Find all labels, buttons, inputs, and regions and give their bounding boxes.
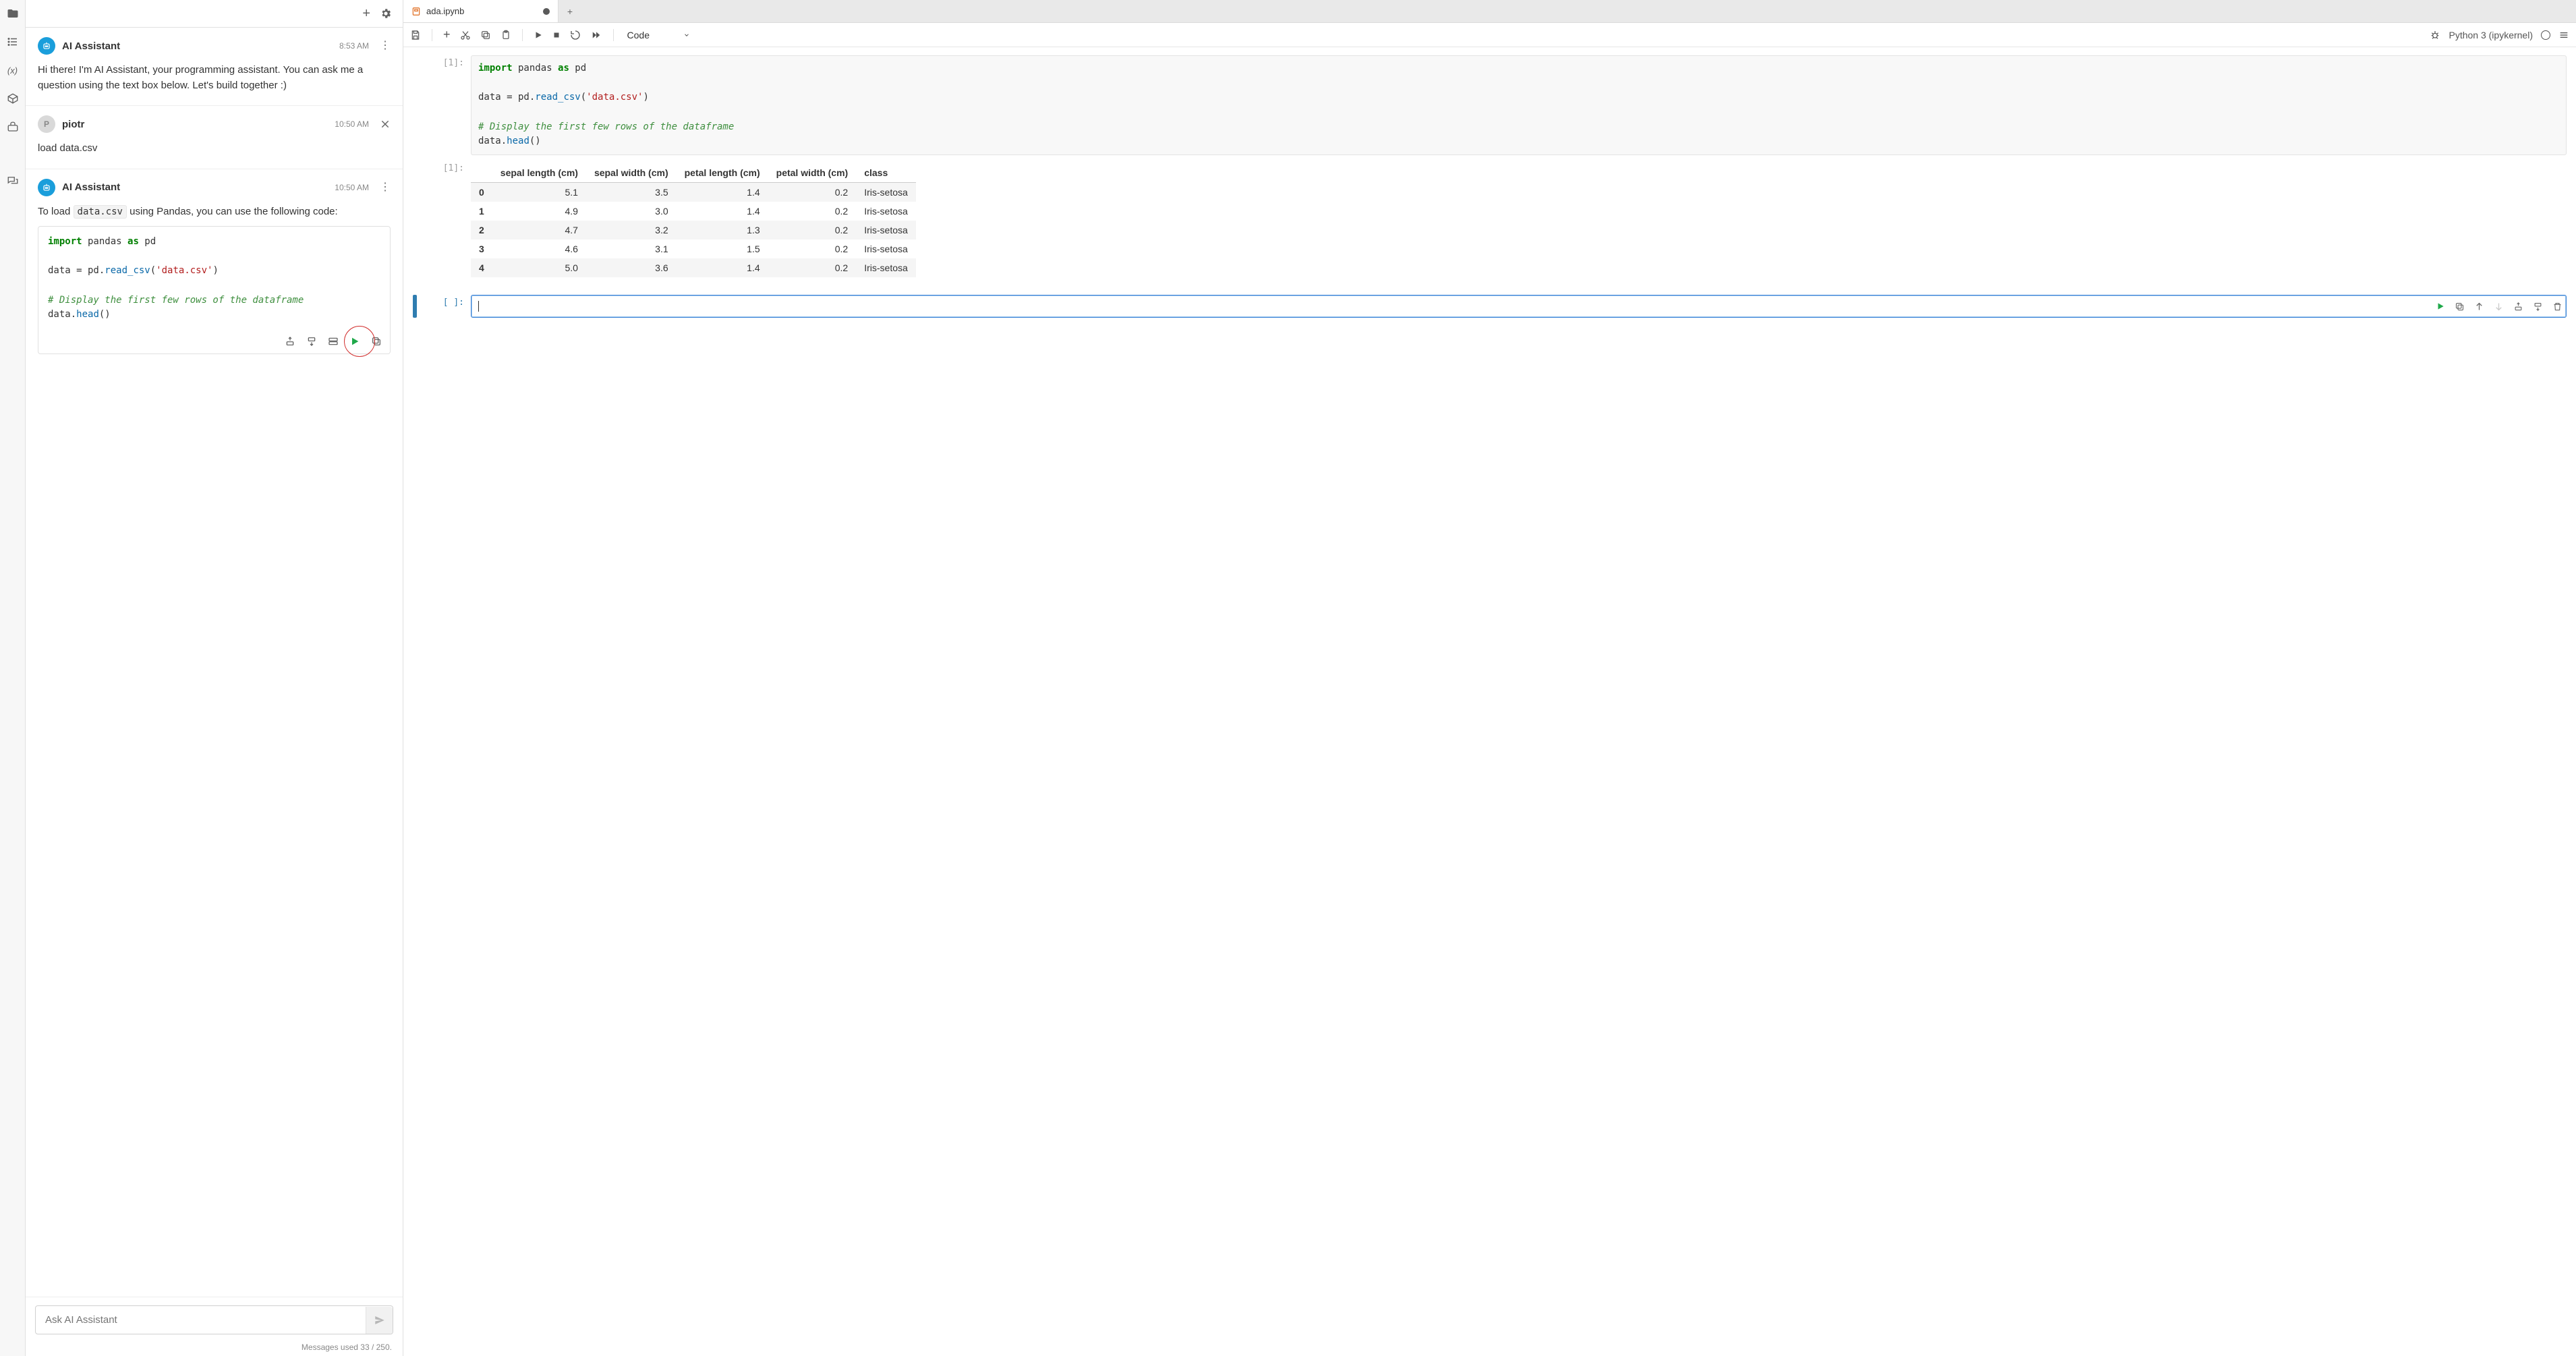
list-icon[interactable]	[5, 34, 21, 50]
text: using Pandas, you can use the following …	[127, 206, 338, 217]
extensions-icon[interactable]	[5, 90, 21, 107]
copy-code-button[interactable]	[370, 335, 383, 348]
message-body: To load data.csv using Pandas, you can u…	[38, 204, 391, 220]
message-delete-button[interactable]	[380, 119, 391, 130]
text: To load	[38, 206, 74, 217]
notebook-tab[interactable]: ada.ipynb	[403, 0, 559, 22]
move-down-button[interactable]	[2494, 302, 2504, 312]
table-row: 05.13.51.40.2Iris-setosa	[471, 183, 916, 202]
table-row: 45.03.61.40.2Iris-setosa	[471, 258, 916, 277]
sender-name: piotr	[62, 119, 328, 130]
notebook-panel: ada.ipynb + +	[403, 0, 2576, 1356]
input-prompt: [1]:	[424, 55, 471, 155]
code-cell-active[interactable]: [ ]:	[413, 295, 2567, 318]
insert-below-button[interactable]	[305, 335, 318, 348]
table-header: petal width (cm)	[768, 163, 857, 183]
input-prompt: [ ]:	[424, 295, 471, 318]
menu-icon[interactable]	[2558, 30, 2569, 40]
chat-settings-button[interactable]	[380, 7, 392, 20]
add-cell-button[interactable]: +	[443, 28, 451, 42]
kernel-status-icon	[2541, 30, 2550, 40]
table-header: sepal length (cm)	[492, 163, 586, 183]
table-row: 34.63.11.50.2Iris-setosa	[471, 239, 916, 258]
activity-bar: (x)	[0, 0, 26, 1356]
notebook-toolbar: + Code Python	[403, 23, 2576, 47]
variable-icon[interactable]: (x)	[5, 62, 21, 78]
debugger-button[interactable]	[2430, 30, 2440, 40]
restart-button[interactable]	[570, 30, 581, 40]
toolbox-icon[interactable]	[5, 119, 21, 135]
chat-usage-footer: Messages used 33 / 250.	[26, 1340, 403, 1356]
sender-name: AI Assistant	[62, 40, 333, 52]
new-chat-button[interactable]: +	[362, 6, 370, 22]
run-cell-button[interactable]	[2436, 302, 2445, 312]
chat-message: AI Assistant 8:53 AM ⋮ Hi there! I'm AI …	[26, 28, 403, 106]
chat-toolbar: +	[26, 0, 403, 27]
table-row: 14.93.01.40.2Iris-setosa	[471, 202, 916, 221]
dataframe-table: sepal length (cm)sepal width (cm)petal l…	[471, 163, 916, 277]
send-button[interactable]	[366, 1307, 393, 1334]
notebook-body: [1]: import pandas as pd data = pd.read_…	[403, 47, 2576, 1356]
insert-below-button[interactable]	[2533, 302, 2543, 312]
cut-button[interactable]	[460, 30, 471, 40]
table-header: class	[856, 163, 916, 183]
inline-code: data.csv	[74, 205, 127, 219]
duplicate-cell-button[interactable]	[2455, 302, 2465, 312]
cell-type-select[interactable]: Code	[625, 28, 693, 42]
chat-message: P piotr 10:50 AM load data.csv	[26, 106, 403, 169]
chat-input-area	[26, 1297, 403, 1340]
replace-cell-button[interactable]	[326, 335, 340, 348]
code-cell[interactable]: [1]: import pandas as pd data = pd.read_…	[413, 55, 2567, 155]
dirty-indicator-icon	[543, 8, 550, 15]
table-header	[471, 163, 492, 183]
insert-above-button[interactable]	[2513, 302, 2523, 312]
chat-message: AI Assistant 10:50 AM ⋮ To load data.csv…	[26, 169, 403, 367]
message-timestamp: 8:53 AM	[339, 41, 369, 51]
message-menu-button[interactable]: ⋮	[380, 40, 391, 51]
delete-cell-button[interactable]	[2552, 302, 2563, 312]
save-button[interactable]	[410, 30, 421, 40]
table-header: petal length (cm)	[677, 163, 768, 183]
ai-avatar-icon	[38, 179, 55, 196]
paste-button[interactable]	[500, 30, 511, 40]
notebook-file-icon	[411, 7, 421, 16]
tab-strip: ada.ipynb +	[403, 0, 2576, 23]
move-up-button[interactable]	[2474, 302, 2484, 312]
cell-toolbar	[2436, 302, 2563, 312]
chat-message-list: AI Assistant 8:53 AM ⋮ Hi there! I'm AI …	[26, 27, 403, 1297]
sender-name: AI Assistant	[62, 181, 328, 193]
kernel-name[interactable]: Python 3 (ipykernel)	[2449, 30, 2533, 40]
folder-icon[interactable]	[5, 5, 21, 22]
chat-icon[interactable]	[5, 173, 21, 189]
user-avatar-icon: P	[38, 115, 55, 133]
run-button[interactable]	[534, 30, 543, 40]
insert-above-button[interactable]	[283, 335, 297, 348]
new-tab-button[interactable]: +	[559, 0, 581, 22]
code-actions	[38, 331, 390, 354]
code-block: import pandas as pd data = pd.read_csv('…	[38, 227, 390, 331]
message-menu-button[interactable]: ⋮	[380, 182, 391, 193]
chat-input[interactable]	[36, 1306, 366, 1334]
code-input[interactable]	[471, 295, 2567, 318]
message-timestamp: 10:50 AM	[335, 183, 369, 192]
output-prompt: [1]:	[424, 161, 471, 277]
output-cell: [1]: sepal length (cm)sepal width (cm)pe…	[413, 161, 2567, 277]
run-all-button[interactable]	[590, 30, 602, 40]
stop-button[interactable]	[552, 31, 561, 39]
table-row: 24.73.21.30.2Iris-setosa	[471, 221, 916, 239]
copy-button[interactable]	[480, 30, 491, 40]
code-snippet: import pandas as pd data = pd.read_csv('…	[38, 226, 391, 354]
run-code-button[interactable]	[348, 335, 362, 348]
tab-title: ada.ipynb	[426, 6, 464, 16]
ai-avatar-icon	[38, 37, 55, 55]
message-body: Hi there! I'm AI Assistant, your program…	[38, 63, 391, 93]
table-header: sepal width (cm)	[586, 163, 677, 183]
code-input[interactable]: import pandas as pd data = pd.read_csv('…	[471, 55, 2567, 155]
message-body: load data.csv	[38, 141, 391, 157]
chat-panel: + AI Assistant 8:53 AM ⋮ Hi there! I'm A…	[26, 0, 403, 1356]
message-timestamp: 10:50 AM	[335, 119, 369, 129]
